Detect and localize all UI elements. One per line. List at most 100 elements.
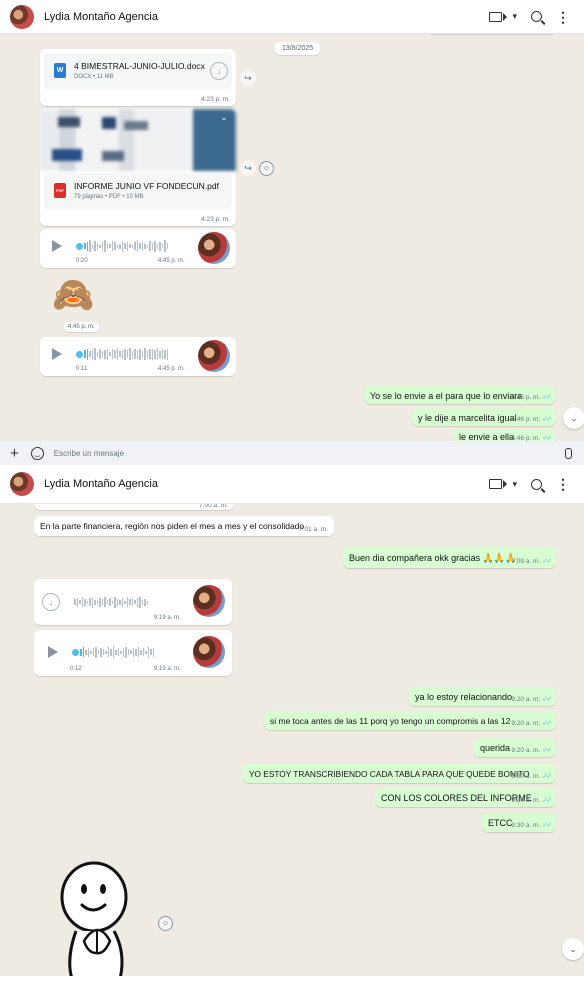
download-icon[interactable]: ↓ <box>42 593 60 611</box>
chat-header[interactable]: Lydia Montaño Agencia ▾ ⋮ <box>0 465 584 504</box>
read-ticks-icon: ✓✓ <box>542 720 552 727</box>
emoji-icon[interactable]: ‿ <box>30 446 44 460</box>
contact-name[interactable]: Lydia Montaño Agencia <box>44 478 489 490</box>
sender-avatar <box>193 585 225 617</box>
voice-duration: 0:20 <box>76 258 88 264</box>
message-time: 9:19 a. m. <box>154 666 181 672</box>
read-ticks-icon: ✓✓ <box>542 797 552 804</box>
document-message-docx[interactable]: W 4 BIMESTRAL-JUNIO-JULIO.docx DOCX • 11… <box>40 49 236 106</box>
react-emoji-icon[interactable]: ☺ <box>259 161 274 176</box>
outgoing-message[interactable]: ETCC 9:30 a. m. ✓✓ <box>482 813 556 832</box>
voice-waveform[interactable] <box>84 239 168 253</box>
outgoing-message[interactable]: ya lo estoy relacionando 9:20 a. m. ✓✓ <box>409 687 556 706</box>
outgoing-message[interactable]: CON LOS COLORES DEL INFORME 9:30 a. m. ✓✓ <box>375 788 556 807</box>
play-icon[interactable] <box>52 348 62 360</box>
document-card[interactable]: W 4 BIMESTRAL-JUNIO-JULIO.docx DOCX • 11… <box>44 53 232 89</box>
contact-name[interactable]: Lydia Montaño Agencia <box>44 11 489 23</box>
voice-message[interactable]: 0:11 4:45 p. m. <box>40 337 236 376</box>
voice-message[interactable]: 0:12 9:19 a. m. <box>34 630 232 676</box>
chat-header[interactable]: Lydia Montaño Agencia ▾ ⋮ <box>0 0 584 34</box>
voice-duration: 0:12 <box>70 666 82 672</box>
outgoing-message[interactable]: YO ESTOY TRANSCRIBIENDO CADA TABLA PARA … <box>243 764 556 783</box>
message-text: y le dije a marcelita igual <box>418 413 517 423</box>
read-ticks-icon: ✓✓ <box>542 558 552 565</box>
contact-avatar[interactable] <box>10 472 34 496</box>
document-meta: 79 páginas • PDF • 10 MB <box>74 194 144 200</box>
voice-waveform[interactable] <box>74 595 148 609</box>
chevron-down-icon: ▾ <box>512 478 517 489</box>
read-ticks-icon: ✓✓ <box>542 416 552 423</box>
forward-icon[interactable]: ↪ <box>240 160 256 176</box>
message-time: 9:20 a. m. ✓✓ <box>511 696 552 703</box>
message-text: si me toca antes de las 11 porq yo tengo… <box>270 716 511 726</box>
message-composer-partial[interactable] <box>0 976 584 987</box>
word-file-icon: W <box>54 63 66 78</box>
search-icon[interactable] <box>531 478 542 490</box>
outgoing-message[interactable]: Yo se lo envie a el para que lo enviara … <box>364 386 556 404</box>
forward-icon[interactable]: ↪ <box>240 70 256 86</box>
chat-pane-top: 13/8/2025 W 4 BIMESTRAL-JUNIO-JULIO.docx… <box>0 0 584 465</box>
date-chip: 13/8/2025 <box>275 42 321 55</box>
outgoing-message[interactable]: querida 9:20 a. m. ✓✓ <box>474 738 556 757</box>
message-text: Yo se lo envie a el para que lo enviara <box>370 391 523 401</box>
voice-message[interactable]: 0:20 4:45 p. m. <box>40 229 236 268</box>
outgoing-message[interactable]: si me toca antes de las 11 porq yo tengo… <box>264 711 556 730</box>
playback-position-dot[interactable] <box>76 243 83 250</box>
read-ticks-icon: ✓✓ <box>542 822 552 829</box>
scroll-down-button[interactable]: ⌄ <box>562 938 584 960</box>
document-card[interactable]: PDF INFORME JUNIO VF FONDECUN.pdf 79 pág… <box>44 173 232 209</box>
read-ticks-icon: ✓✓ <box>542 747 552 754</box>
message-text: CON LOS COLORES DEL INFORME <box>381 793 532 803</box>
download-icon[interactable]: ↓ <box>210 62 228 80</box>
voice-message[interactable]: ↓ 9:19 a. m. <box>34 579 232 625</box>
message-time: 4:46 p. m. ✓✓ <box>511 394 552 401</box>
message-input[interactable]: Escribe un mensaje <box>54 449 565 458</box>
chat-pane-bottom: 7:00 a. m. En la parte financiera, regió… <box>0 465 584 987</box>
play-icon[interactable] <box>52 240 62 252</box>
outgoing-message[interactable]: y le dije a marcelita igual 4:46 p. m. ✓✓ <box>412 408 556 426</box>
voice-waveform[interactable] <box>84 347 168 361</box>
message-time: 9:20 a. m. ✓✓ <box>511 747 552 754</box>
menu-dots-icon[interactable]: ⋮ <box>556 477 570 491</box>
message-time: 9:20 a. m. ✓✓ <box>511 720 552 727</box>
attach-plus-icon[interactable]: + <box>10 445 19 462</box>
sender-avatar <box>193 636 225 668</box>
emoji-message[interactable]: 🙈 <box>52 278 94 312</box>
message-text: ya lo estoy relacionando <box>415 692 513 702</box>
video-camera-icon <box>489 479 503 489</box>
sticker-message[interactable] <box>48 849 148 979</box>
message-time: 9:30 a. m. ✓✓ <box>511 797 552 804</box>
message-time: 9:30 a. m. ✓✓ <box>511 822 552 829</box>
message-text: Buen dia compañera okk gracias 🙏🙏🙏 <box>349 553 517 563</box>
chat-messages[interactable]: 7:00 a. m. En la parte financiera, regió… <box>0 465 584 987</box>
contact-avatar[interactable] <box>10 4 34 29</box>
playback-position-dot[interactable] <box>72 649 79 656</box>
incoming-message[interactable]: En la parte financiera, región nos piden… <box>34 516 334 536</box>
playback-position-dot[interactable] <box>76 351 83 358</box>
message-text: YO ESTOY TRANSCRIBIENDO CADA TABLA PARA … <box>249 769 530 779</box>
play-icon[interactable] <box>48 646 58 658</box>
search-icon[interactable] <box>531 11 542 22</box>
pdf-file-icon: PDF <box>54 183 66 198</box>
chevron-down-icon: ⌄ <box>570 412 578 423</box>
chevron-down-icon: ⌄ <box>569 943 577 954</box>
react-emoji-icon[interactable]: ☺ <box>158 916 173 931</box>
pdf-preview-image[interactable] <box>40 109 236 171</box>
scroll-down-button[interactable]: ⌄ <box>563 407 584 429</box>
message-text: ETCC <box>488 818 513 828</box>
chat-messages[interactable]: 13/8/2025 W 4 BIMESTRAL-JUNIO-JULIO.docx… <box>0 0 584 465</box>
voice-waveform[interactable] <box>80 645 154 659</box>
document-name: 4 BIMESTRAL-JUNIO-JULIO.docx <box>74 61 205 71</box>
read-ticks-icon: ✓✓ <box>542 394 552 401</box>
chevron-down-icon[interactable]: ⌄ <box>218 111 230 123</box>
read-ticks-icon: ✓✓ <box>542 696 552 703</box>
video-call-button[interactable]: ▾ <box>489 479 517 490</box>
message-time: 4:23 p. m. <box>201 96 230 103</box>
video-call-button[interactable]: ▾ <box>489 11 517 22</box>
message-composer[interactable]: + ‿ Escribe un mensaje <box>0 441 584 465</box>
microphone-icon[interactable] <box>565 447 572 459</box>
document-message-pdf[interactable]: ⌄ PDF INFORME JUNIO VF FONDECUN.pdf 79 p… <box>40 109 236 226</box>
outgoing-message[interactable]: Buen dia compañera okk gracias 🙏🙏🙏 7:09 … <box>343 547 556 568</box>
menu-dots-icon[interactable]: ⋮ <box>556 10 570 24</box>
message-time: 4:45 p. m. <box>158 258 185 264</box>
